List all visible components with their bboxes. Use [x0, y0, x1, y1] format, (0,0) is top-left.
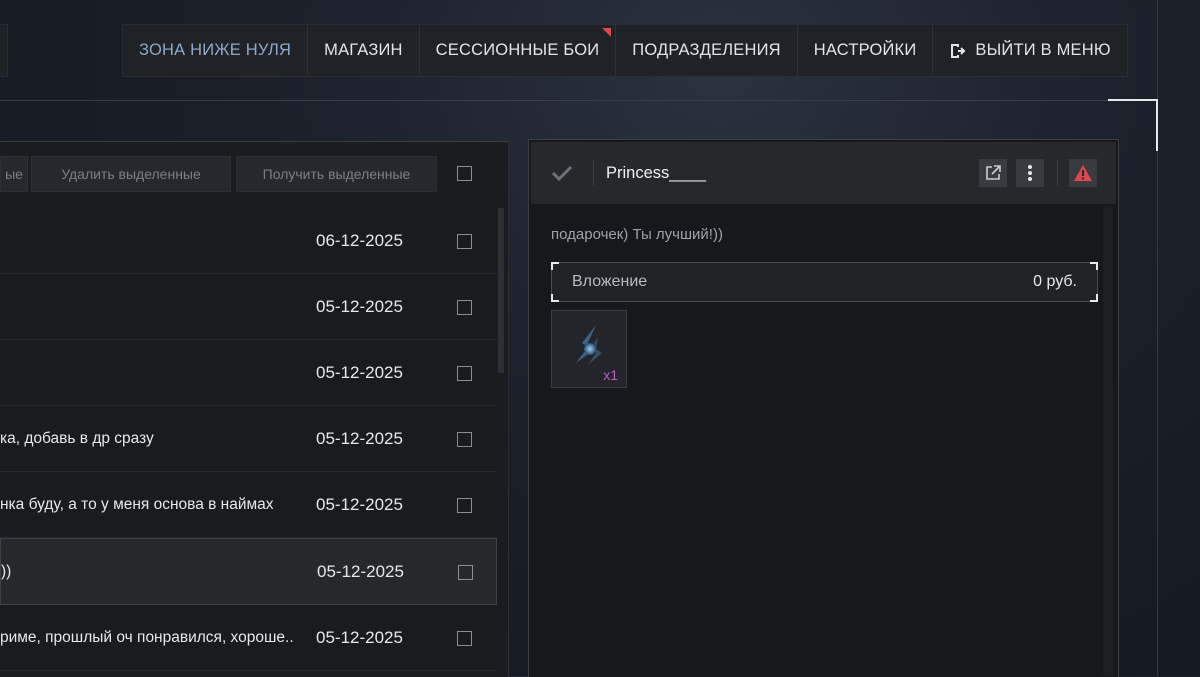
warning-icon — [1074, 165, 1092, 181]
left-stub — [0, 24, 8, 77]
box-corner — [551, 262, 559, 270]
more-options-button[interactable] — [1016, 159, 1044, 187]
receive-selected-button[interactable]: Получить выделенные — [236, 156, 437, 192]
message-detail-panel: Princess____ подарочек) Ты лучший!)) Вло… — [528, 139, 1119, 677]
message-date: 05-12-2025 — [317, 562, 404, 581]
row-checkbox[interactable] — [457, 432, 472, 447]
nav-zone-below-zero[interactable]: ЗОНА НИЖЕ НУЛЯ — [123, 25, 309, 76]
nav-exit-to-menu[interactable]: ВЫЙТИ В МЕНЮ — [933, 25, 1127, 76]
message-row[interactable]: 05-12-2025 — [0, 274, 497, 340]
top-nav: ЗОНА НИЖЕ НУЛЯ МАГАЗИН СЕССИОННЫЕ БОИ ПО… — [122, 24, 1128, 77]
header-separator — [593, 160, 594, 186]
message-rows: 06-12-2025 05-12-2025 05-12-2025 ка, доб… — [0, 208, 497, 671]
message-row[interactable]: нка буду, а то у меня основа в наймах 05… — [0, 472, 497, 538]
report-button[interactable] — [1069, 159, 1097, 187]
message-row[interactable]: 06-12-2025 — [0, 208, 497, 274]
row-checkbox[interactable] — [458, 565, 473, 580]
mail-toolbar: ые Удалить выделенные Получить выделенны… — [0, 156, 508, 192]
box-corner — [551, 294, 559, 302]
nav-session-battles-label: СЕССИОННЫЕ БОИ — [435, 41, 600, 59]
message-preview: )) — [1, 563, 12, 580]
message-date: 05-12-2025 — [316, 297, 403, 316]
select-all-button[interactable]: ые — [0, 156, 28, 192]
box-corner — [1090, 262, 1098, 270]
message-date: 05-12-2025 — [316, 429, 403, 448]
header-separator-2 — [1057, 160, 1058, 186]
row-checkbox[interactable] — [457, 366, 472, 381]
message-preview — [0, 208, 300, 273]
message-preview: ка, добавь в др сразу — [0, 430, 154, 447]
header-divider — [0, 100, 1158, 101]
list-scrollbar[interactable] — [498, 208, 504, 373]
detail-header: Princess____ — [531, 142, 1116, 204]
mail-list-panel: ые Удалить выделенные Получить выделенны… — [0, 141, 509, 677]
message-body: подарочек) Ты лучший!)) — [551, 226, 723, 243]
message-preview: риме, прошлый оч понравился, хороше.. — [0, 629, 294, 646]
exit-icon — [951, 43, 966, 58]
attachment-label: Вложение — [572, 273, 648, 290]
message-row[interactable]: ка, добавь в др сразу 05-12-2025 — [0, 406, 497, 472]
external-link-icon — [986, 165, 1001, 180]
row-checkbox[interactable] — [457, 498, 472, 513]
row-checkbox[interactable] — [457, 631, 472, 646]
nav-session-battles[interactable]: СЕССИОННЫЕ БОИ — [419, 25, 617, 76]
delete-selected-button[interactable]: Удалить выделенные — [31, 156, 231, 192]
select-all-checkbox[interactable] — [457, 166, 472, 181]
new-marker-icon — [602, 28, 612, 37]
message-preview — [0, 274, 300, 339]
message-date: 05-12-2025 — [316, 363, 403, 382]
kebab-menu-icon — [1028, 165, 1032, 181]
check-icon[interactable] — [551, 164, 573, 182]
attached-item[interactable]: x1 — [551, 310, 627, 388]
detail-scrollbar[interactable] — [1103, 206, 1113, 676]
message-date: 05-12-2025 — [316, 495, 403, 514]
message-row-selected[interactable]: )) 05-12-2025 — [0, 538, 497, 605]
message-row[interactable]: 05-12-2025 — [0, 340, 497, 406]
nav-settings[interactable]: НАСТРОЙКИ — [797, 25, 934, 76]
message-date: 06-12-2025 — [316, 231, 403, 250]
nav-shop[interactable]: МАГАЗИН — [308, 25, 420, 76]
attachment-box: Вложение 0 руб. — [551, 262, 1098, 302]
open-external-button[interactable] — [979, 159, 1007, 187]
message-row[interactable]: риме, прошлый оч понравился, хороше.. 05… — [0, 605, 497, 671]
row-checkbox[interactable] — [457, 234, 472, 249]
exit-label: ВЫЙТИ В МЕНЮ — [975, 41, 1111, 59]
nav-units[interactable]: ПОДРАЗДЕЛЕНИЯ — [616, 25, 798, 76]
message-preview: нка буду, а то у меня основа в наймах — [0, 496, 274, 513]
box-corner — [1090, 294, 1098, 302]
message-date: 05-12-2025 — [316, 628, 403, 647]
sender-name: Princess____ — [606, 164, 706, 182]
attachment-value: 0 руб. — [1033, 273, 1077, 290]
item-quantity: x1 — [603, 367, 618, 383]
row-checkbox[interactable] — [457, 300, 472, 315]
message-preview — [0, 340, 300, 405]
